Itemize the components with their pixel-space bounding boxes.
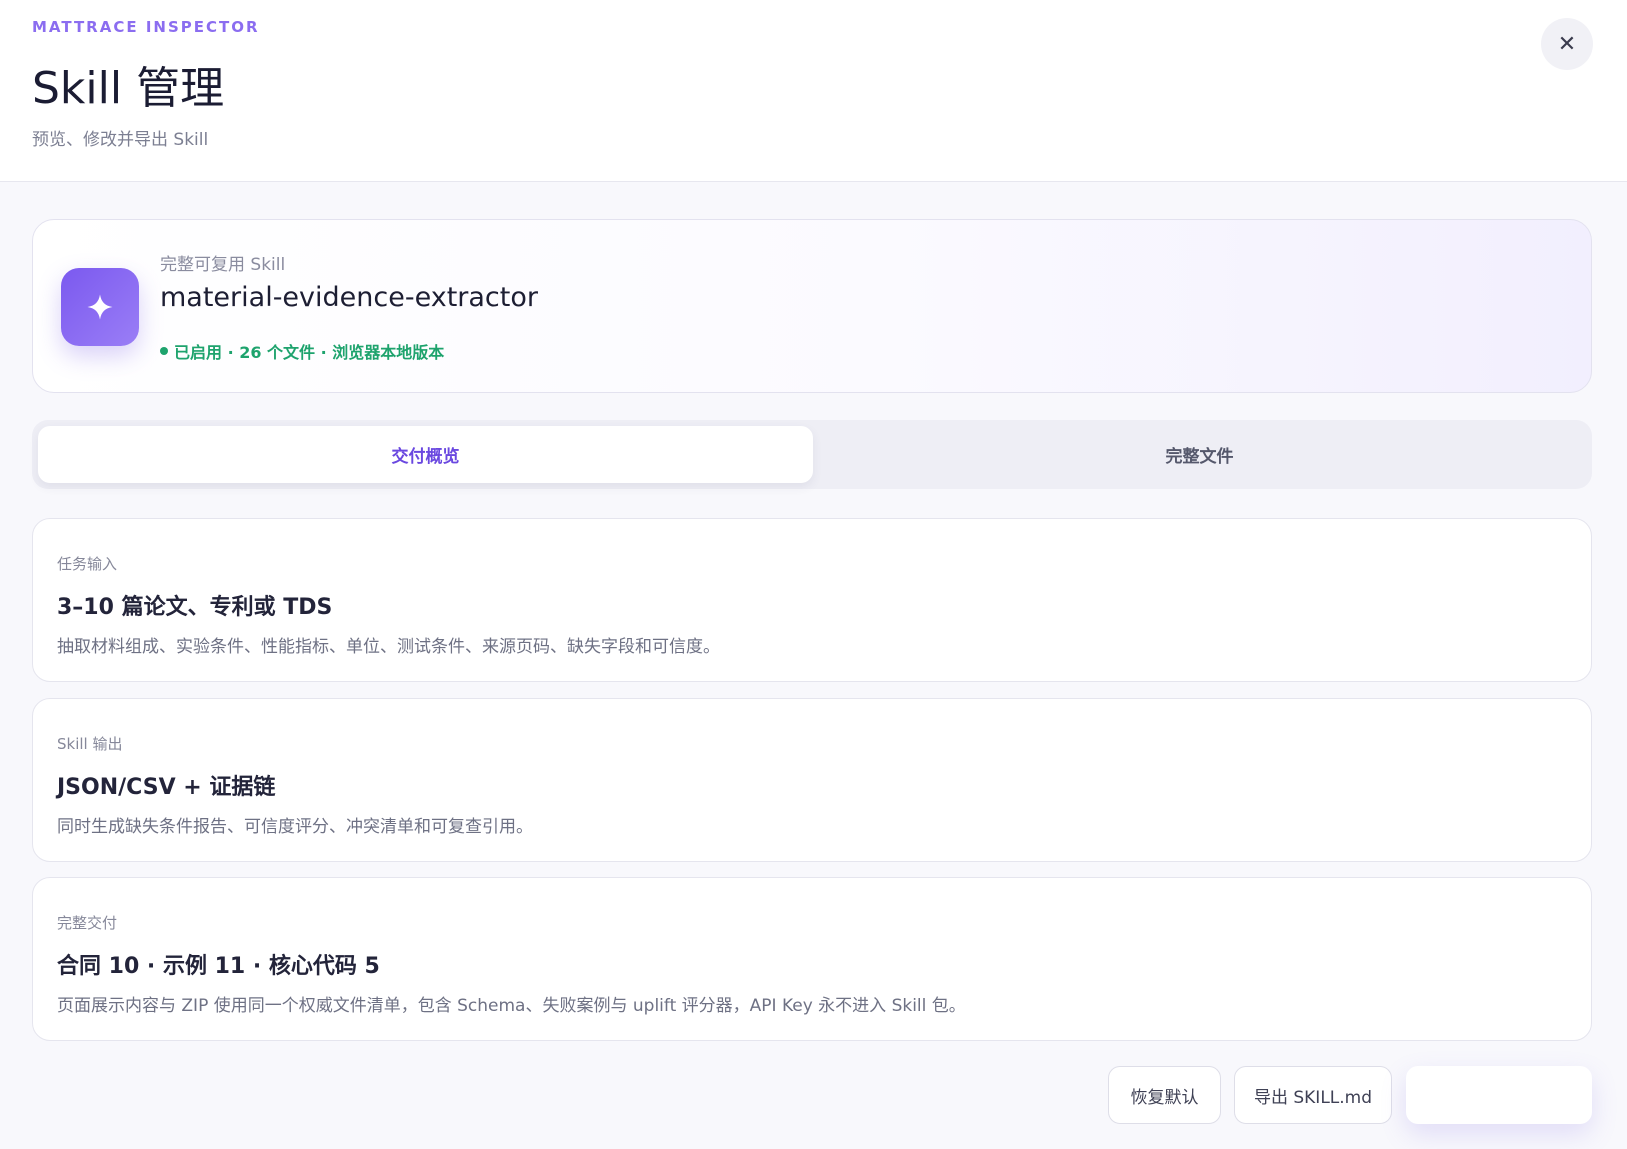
card-label: Skill 输出 [57,735,123,753]
tab-bar: 交付概览 完整文件 [32,420,1592,489]
card-label: 任务输入 [57,555,118,573]
card-title: 合同 10 · 示例 11 · 核心代码 5 [57,954,380,979]
reset-default-label: 恢复默认 [1130,1087,1199,1108]
primary-action-button[interactable] [1406,1066,1592,1124]
close-icon: ✕ [1557,31,1577,56]
skill-status: 已启用 · 26 个文件 · 浏览器本地版本 [160,339,444,363]
reset-default-button[interactable]: 恢复默认 [1108,1066,1221,1124]
card-skill-output: Skill 输出 JSON/CSV + 证据链 同时生成缺失条件报告、可信度评分… [32,698,1592,862]
page-subtitle: 预览、修改并导出 Skill [32,130,209,150]
card-task-input: 任务输入 3–10 篇论文、专利或 TDS 抽取材料组成、实验条件、性能指标、单… [32,518,1592,682]
skill-kicker: 完整可复用 Skill [160,255,286,275]
app-eyebrow: MATTRACE INSPECTOR [32,18,260,36]
close-button[interactable]: ✕ [1541,18,1593,70]
export-skill-md-button[interactable]: 导出 SKILL.md [1234,1066,1392,1124]
skill-summary-card: 完整可复用 Skill material-evidence-extractor … [32,219,1592,393]
tab-full-files[interactable]: 完整文件 [812,426,1587,483]
card-full-delivery: 完整交付 合同 10 · 示例 11 · 核心代码 5 页面展示内容与 ZIP … [32,877,1592,1041]
tab-overview-label: 交付概览 [391,447,460,467]
status-dot-icon [160,347,168,355]
tab-full-files-label: 完整文件 [1165,447,1234,467]
skill-status-text: 已启用 · 26 个文件 · 浏览器本地版本 [174,343,445,362]
card-title: JSON/CSV + 证据链 [57,775,276,800]
page-header: MATTRACE INSPECTOR Skill 管理 预览、修改并导出 Ski… [0,0,1627,182]
card-description: 抽取材料组成、实验条件、性能指标、单位、测试条件、来源页码、缺失字段和可信度。 [57,637,720,657]
export-skill-md-label: 导出 SKILL.md [1253,1087,1373,1108]
card-description: 页面展示内容与 ZIP 使用同一个权威文件清单，包含 Schema、失败案例与 … [57,996,966,1016]
sparkle-icon [61,268,139,346]
card-label: 完整交付 [57,914,118,932]
page-title: Skill 管理 [32,63,225,114]
card-title: 3–10 篇论文、专利或 TDS [57,595,333,620]
tab-overview[interactable]: 交付概览 [38,426,813,483]
card-description: 同时生成缺失条件报告、可信度评分、冲突清单和可复查引用。 [57,817,533,837]
skill-name: material-evidence-extractor [160,282,538,313]
